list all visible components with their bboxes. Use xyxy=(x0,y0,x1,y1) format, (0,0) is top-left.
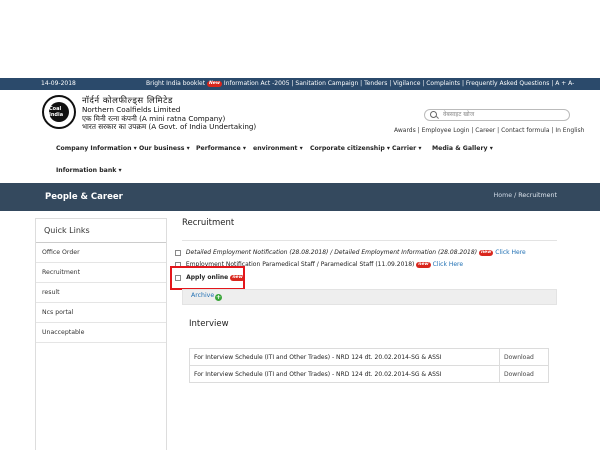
logo-emblem: Coal India xyxy=(49,102,69,122)
nav-carrier[interactable]: Carrier ▾ xyxy=(392,145,421,152)
download-link[interactable]: Download xyxy=(499,365,549,383)
nav-company-information[interactable]: Company Information ▾ xyxy=(56,145,137,152)
click-here-link[interactable]: Click Here xyxy=(495,249,525,256)
archive-link[interactable]: Archive xyxy=(191,292,214,299)
site-header: Coal India नॉर्दर्न कोलफील्ड्स लिमिटेड N… xyxy=(0,90,600,140)
page-title: People & Career xyxy=(45,192,123,202)
organization-name-block: नॉर्दर्न कोलफील्ड्स लिमिटेड Northern Coa… xyxy=(82,97,256,132)
nav-media-gallery[interactable]: Media & Gallery ▾ xyxy=(432,145,493,152)
heading-divider xyxy=(182,240,557,241)
nav-environment[interactable]: environment ▾ xyxy=(253,145,303,152)
top-links-rest[interactable]: Information Act -2005 | Sanitation Campa… xyxy=(224,80,574,87)
search-icon[interactable] xyxy=(430,111,437,118)
sidebar-item-unacceptable[interactable]: Unacceptable xyxy=(36,323,166,343)
recruitment-heading: Recruitment xyxy=(182,218,235,228)
top-utility-bar: 14-09-2018 Bright India booklet New Info… xyxy=(0,78,600,90)
interview-row-text: For Interview Schedule (ITI and Other Tr… xyxy=(189,365,500,383)
bullet-icon xyxy=(175,249,181,256)
sidebar-item-recruitment[interactable]: Recruitment xyxy=(36,263,166,283)
expand-plus-icon[interactable]: + xyxy=(215,294,222,301)
bright-india-link[interactable]: Bright India booklet xyxy=(146,80,205,87)
archive-bar[interactable]: Archive + xyxy=(182,289,557,305)
nav-information-bank[interactable]: Information bank ▾ xyxy=(56,167,122,174)
main-content: Recruitment Detailed Employment Notifica… xyxy=(175,218,557,281)
breadcrumb: Home / Recruitment xyxy=(494,192,557,199)
top-links[interactable]: Bright India booklet New Information Act… xyxy=(146,78,574,90)
interview-table: For Interview Schedule (ITI and Other Tr… xyxy=(189,348,549,383)
download-link[interactable]: Download xyxy=(499,348,549,366)
recruitment-item-text[interactable]: Detailed Employment Notification (28.08.… xyxy=(186,249,477,256)
search-placeholder: वेबसाइट खोज xyxy=(443,111,475,118)
table-row: For Interview Schedule (ITI and Other Tr… xyxy=(189,365,549,383)
new-badge: new xyxy=(478,249,494,256)
site-search-input[interactable]: वेबसाइट खोज xyxy=(424,109,570,121)
sidebar-heading: Quick Links xyxy=(36,219,166,243)
new-badge: New xyxy=(207,80,222,87)
new-badge: new xyxy=(416,261,431,268)
header-quick-links[interactable]: Awards | Employee Login | Career | Conta… xyxy=(394,127,584,134)
company-logo[interactable]: Coal India xyxy=(42,95,76,129)
click-here-link[interactable]: Click Here xyxy=(433,261,463,268)
page-banner: People & Career Home / Recruitment xyxy=(0,183,600,211)
interview-heading: Interview xyxy=(189,319,229,329)
govt-undertaking-line: भारत सरकार का उपक्रम (A Govt. of India U… xyxy=(82,122,257,132)
breadcrumb-current: Recruitment xyxy=(518,192,557,199)
sidebar-item-ncs-portal[interactable]: Ncs portal xyxy=(36,303,166,323)
date-label: 14-09-2018 xyxy=(41,80,76,87)
breadcrumb-separator: / xyxy=(514,192,517,199)
apply-online-highlight-box xyxy=(170,266,245,290)
nav-corporate-citizenship[interactable]: Corporate citizenship ▾ xyxy=(310,145,390,152)
nav-our-business[interactable]: Our business ▾ xyxy=(139,145,190,152)
interview-row-text: For Interview Schedule (ITI and Other Tr… xyxy=(189,348,500,366)
quick-links-sidebar: Quick Links Office Order Recruitment res… xyxy=(35,218,167,450)
table-row: For Interview Schedule (ITI and Other Tr… xyxy=(189,348,549,366)
recruitment-item[interactable]: Detailed Employment Notification (28.08.… xyxy=(175,249,526,256)
sidebar-item-office-order[interactable]: Office Order xyxy=(36,243,166,263)
nav-performance[interactable]: Performance ▾ xyxy=(196,145,246,152)
sidebar-item-result[interactable]: result xyxy=(36,283,166,303)
breadcrumb-home[interactable]: Home xyxy=(494,192,513,199)
